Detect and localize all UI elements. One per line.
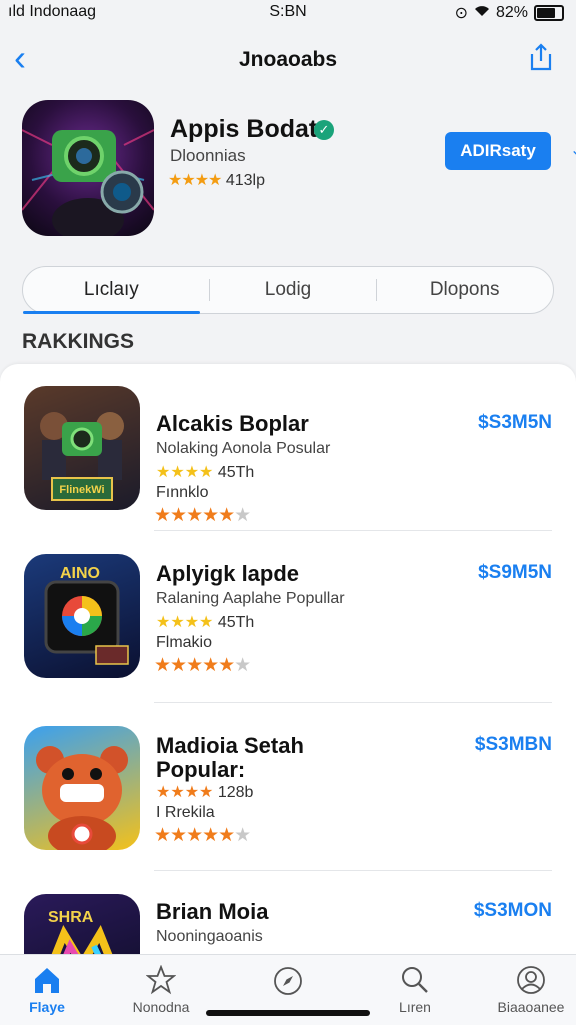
search-icon bbox=[402, 967, 428, 993]
tab-explore[interactable] bbox=[243, 965, 333, 1001]
price-button[interactable]: $S3MBN bbox=[475, 734, 552, 756]
wifi-icon bbox=[474, 4, 490, 22]
tab-search[interactable]: Lıren bbox=[370, 965, 460, 1015]
list-item[interactable]: FlinekWi Alcakis Boplar Nolaking Aonola … bbox=[0, 384, 576, 554]
tab-label: Lıren bbox=[399, 999, 431, 1015]
get-button[interactable]: ADIRsaty bbox=[445, 132, 551, 170]
price-button[interactable]: $S9M5N bbox=[478, 562, 552, 584]
compass-icon bbox=[274, 967, 302, 995]
list-item[interactable]: AINO Aplyigk lapde Ralaning Aaplahe Popu… bbox=[0, 554, 576, 724]
star-rating: ★★★★★★ bbox=[154, 825, 251, 846]
nav-bar: ‹ Jnoaoabs bbox=[0, 38, 576, 82]
star-icon: ★★★★ bbox=[156, 614, 214, 631]
person-icon bbox=[517, 966, 545, 994]
alarm-icon: ⊙ bbox=[454, 5, 468, 22]
app-category: I Rrekila bbox=[156, 804, 215, 821]
app-title: Aplyigk lapde bbox=[156, 561, 300, 586]
star-icon: ★★★★ bbox=[156, 784, 214, 801]
app-rating: ★★★★ 45Th bbox=[156, 462, 254, 482]
divider bbox=[154, 530, 552, 531]
app-rating: ★★★★ 45Th bbox=[156, 612, 254, 632]
tab-home[interactable]: Flaye bbox=[2, 965, 92, 1015]
divider bbox=[154, 702, 552, 703]
verified-icon: ✓ bbox=[314, 120, 334, 140]
segment-3[interactable]: Dlopons bbox=[376, 267, 553, 313]
segmented-control: Lıclaıy Lodig Dlopons bbox=[22, 266, 554, 314]
rating-count: 45Th bbox=[217, 614, 255, 631]
app-category: Fınnklo bbox=[156, 484, 209, 501]
segment-2[interactable]: Lodig bbox=[200, 267, 377, 313]
battery-icon bbox=[534, 5, 564, 21]
star-icon: ★★★★ bbox=[156, 464, 214, 481]
app-name: Appis Bodat bbox=[170, 115, 318, 143]
home-indicator bbox=[206, 1010, 370, 1016]
segment-1[interactable]: Lıclaıy bbox=[23, 267, 200, 314]
star-rating-icon: ★★★★ bbox=[168, 172, 222, 189]
chevron-down-icon[interactable]: ⌄ bbox=[570, 140, 576, 160]
segment-divider bbox=[209, 279, 210, 301]
app-title: Alcakis Boplar bbox=[156, 411, 309, 436]
svg-text:AINO: AINO bbox=[60, 565, 100, 582]
status-right: ⊙ 82% bbox=[455, 3, 564, 23]
section-title: RAKKINGS bbox=[22, 330, 135, 353]
page-title: Jnoaoabs bbox=[238, 48, 338, 71]
star-icon bbox=[146, 965, 176, 995]
svg-text:FlinekWi: FlinekWi bbox=[59, 484, 104, 496]
app-title: Madioia Setah Popular: bbox=[156, 733, 304, 782]
price-button[interactable]: $S3M5N bbox=[478, 412, 552, 434]
developer-name[interactable]: Dloonnias bbox=[170, 146, 246, 166]
svg-text:SHRA: SHRA bbox=[48, 909, 94, 926]
star-rating: ★★★★★★ bbox=[154, 655, 251, 676]
rating-count: 128b bbox=[217, 784, 254, 801]
segment-divider bbox=[376, 279, 377, 301]
rankings-list: FlinekWi Alcakis Boplar Nolaking Aonola … bbox=[0, 364, 576, 964]
rating-count: 45Th bbox=[217, 464, 255, 481]
list-item[interactable]: Madioia Setah Popular: ★★★★ 128b I Rreki… bbox=[0, 726, 576, 896]
star-rating: ★★★★★★ bbox=[154, 505, 251, 526]
app-icon bbox=[22, 100, 154, 236]
app-subtitle: Nooningaoanis bbox=[156, 928, 263, 945]
app-rating: ★★★★ 413lp bbox=[168, 170, 265, 190]
tab-featured[interactable]: Nonodna bbox=[116, 965, 206, 1015]
tab-profile[interactable]: Biaaoanee bbox=[486, 965, 576, 1015]
app-category: Flmakio bbox=[156, 634, 213, 651]
share-icon[interactable] bbox=[526, 42, 556, 72]
battery-percent: 82% bbox=[495, 4, 528, 21]
app-subtitle: Nolaking Aonola Posular bbox=[156, 440, 331, 457]
app-subtitle: Ralaning Aaplahe Popullar bbox=[156, 590, 345, 607]
tab-label: Flaye bbox=[29, 999, 65, 1015]
app-icon: AINO bbox=[24, 554, 140, 678]
app-icon bbox=[24, 726, 140, 850]
app-rating: ★★★★ 128b bbox=[156, 782, 253, 802]
status-bar: ıld Indonaag S:BN ⊙ 82% bbox=[0, 0, 576, 26]
rating-count: 413lp bbox=[225, 172, 265, 189]
tab-label: Biaaoanee bbox=[497, 999, 565, 1015]
divider bbox=[154, 870, 552, 871]
house-icon bbox=[35, 968, 59, 993]
tab-label: Nonodna bbox=[132, 999, 190, 1015]
app-title: Brian Moia bbox=[156, 899, 269, 924]
price-button[interactable]: $S3MON bbox=[474, 900, 552, 922]
app-icon: FlinekWi bbox=[24, 386, 140, 510]
